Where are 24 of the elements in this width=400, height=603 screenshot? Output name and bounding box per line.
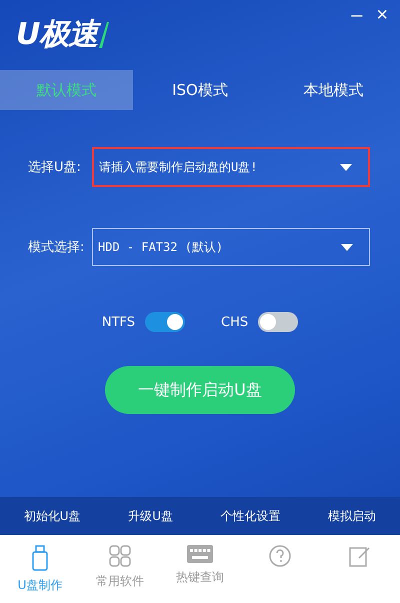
caret-icon <box>341 244 353 250</box>
close-button[interactable]: × <box>376 4 388 27</box>
minimize-button[interactable]: – <box>351 4 362 27</box>
tool-link[interactable]: 升级U盘 <box>122 506 179 526</box>
toggle-switch[interactable] <box>258 312 298 332</box>
usb-drive-icon <box>32 545 48 571</box>
tool-link[interactable]: 初始化U盘 <box>18 506 87 526</box>
grid-icon <box>109 545 131 567</box>
help-icon <box>269 545 291 567</box>
lightning-icon <box>99 22 110 48</box>
edit-icon <box>349 545 371 567</box>
field-label: 选择U盘: <box>28 159 82 176</box>
mode-tab[interactable]: ISO模式 <box>133 70 267 110</box>
caret-icon <box>340 164 352 170</box>
tool-link[interactable]: 个性化设置 <box>214 506 287 526</box>
tool-link[interactable]: 模拟启动 <box>322 506 382 526</box>
toggle-label: CHS <box>221 314 248 330</box>
keyboard-icon <box>187 545 213 563</box>
toggle-switch[interactable] <box>145 312 186 332</box>
toggle-label: NTFS <box>102 314 136 330</box>
dropdown[interactable]: 请插入需要制作启动盘的U盘! <box>92 147 370 187</box>
dropdown[interactable]: HDD - FAT32 (默认) <box>92 228 370 266</box>
mode-tab[interactable]: 本地模式 <box>266 70 400 110</box>
field-label: 模式选择: <box>28 239 86 256</box>
